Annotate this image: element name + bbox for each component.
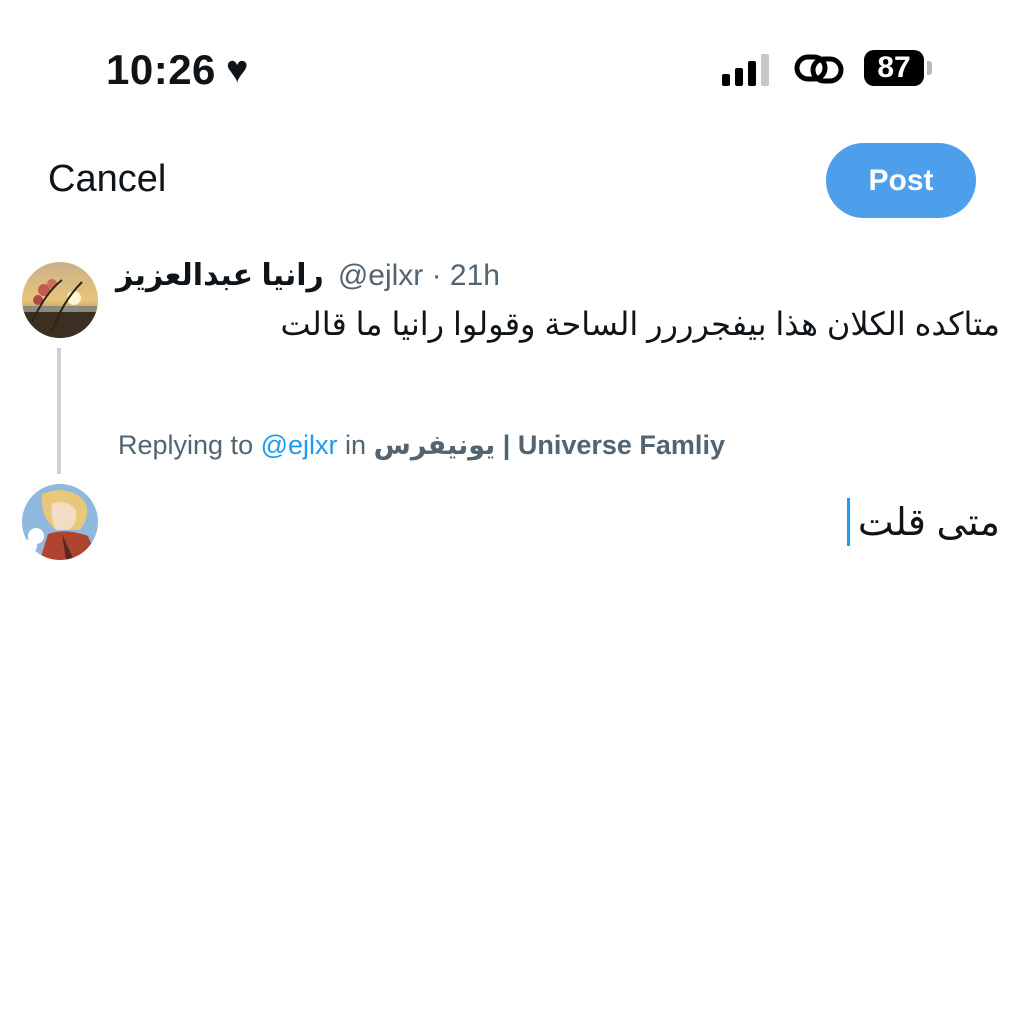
author-name[interactable]: رانيا عبدالعزيز — [116, 258, 324, 293]
thread-connector-line — [57, 348, 61, 474]
battery-icon: 87 — [864, 50, 932, 86]
reply-text: متى قلت — [857, 501, 1000, 544]
cancel-button[interactable]: Cancel — [48, 158, 166, 201]
status-time: 10:26 ♥ — [106, 46, 249, 94]
link-icon — [794, 52, 844, 91]
reply-compose-screen: 10:26 ♥ 87 Cancel Post رانيا عبدالعزيز @… — [0, 0, 1024, 1024]
replying-to-line: Replying to @ejlxr in يونيفرس | Universe… — [118, 430, 725, 461]
battery-level: 87 — [864, 50, 924, 86]
heart-icon: ♥ — [225, 49, 249, 91]
user-avatar[interactable] — [22, 484, 98, 560]
tweet-header: رانيا عبدالعزيز @ejlxr · 21h — [116, 258, 500, 293]
author-avatar[interactable] — [22, 262, 98, 338]
community-name-link[interactable]: يونيفرس | Universe Famliy — [374, 430, 725, 460]
text-cursor — [846, 498, 850, 546]
signal-strength-icon — [722, 52, 769, 86]
replying-in-word: in — [345, 430, 367, 460]
reply-text-input[interactable]: متى قلت — [846, 498, 1000, 546]
replying-handle-link[interactable]: @ejlxr — [261, 430, 338, 460]
author-handle-time: @ejlxr · 21h — [337, 258, 500, 292]
post-button[interactable]: Post — [826, 143, 976, 218]
tweet-text: متاكده الكلان هذا بيفجرررر الساحة وقولوا… — [280, 306, 1000, 342]
battery-cap — [927, 61, 932, 75]
status-time-text: 10:26 — [106, 46, 216, 93]
replying-prefix: Replying to — [118, 430, 254, 460]
